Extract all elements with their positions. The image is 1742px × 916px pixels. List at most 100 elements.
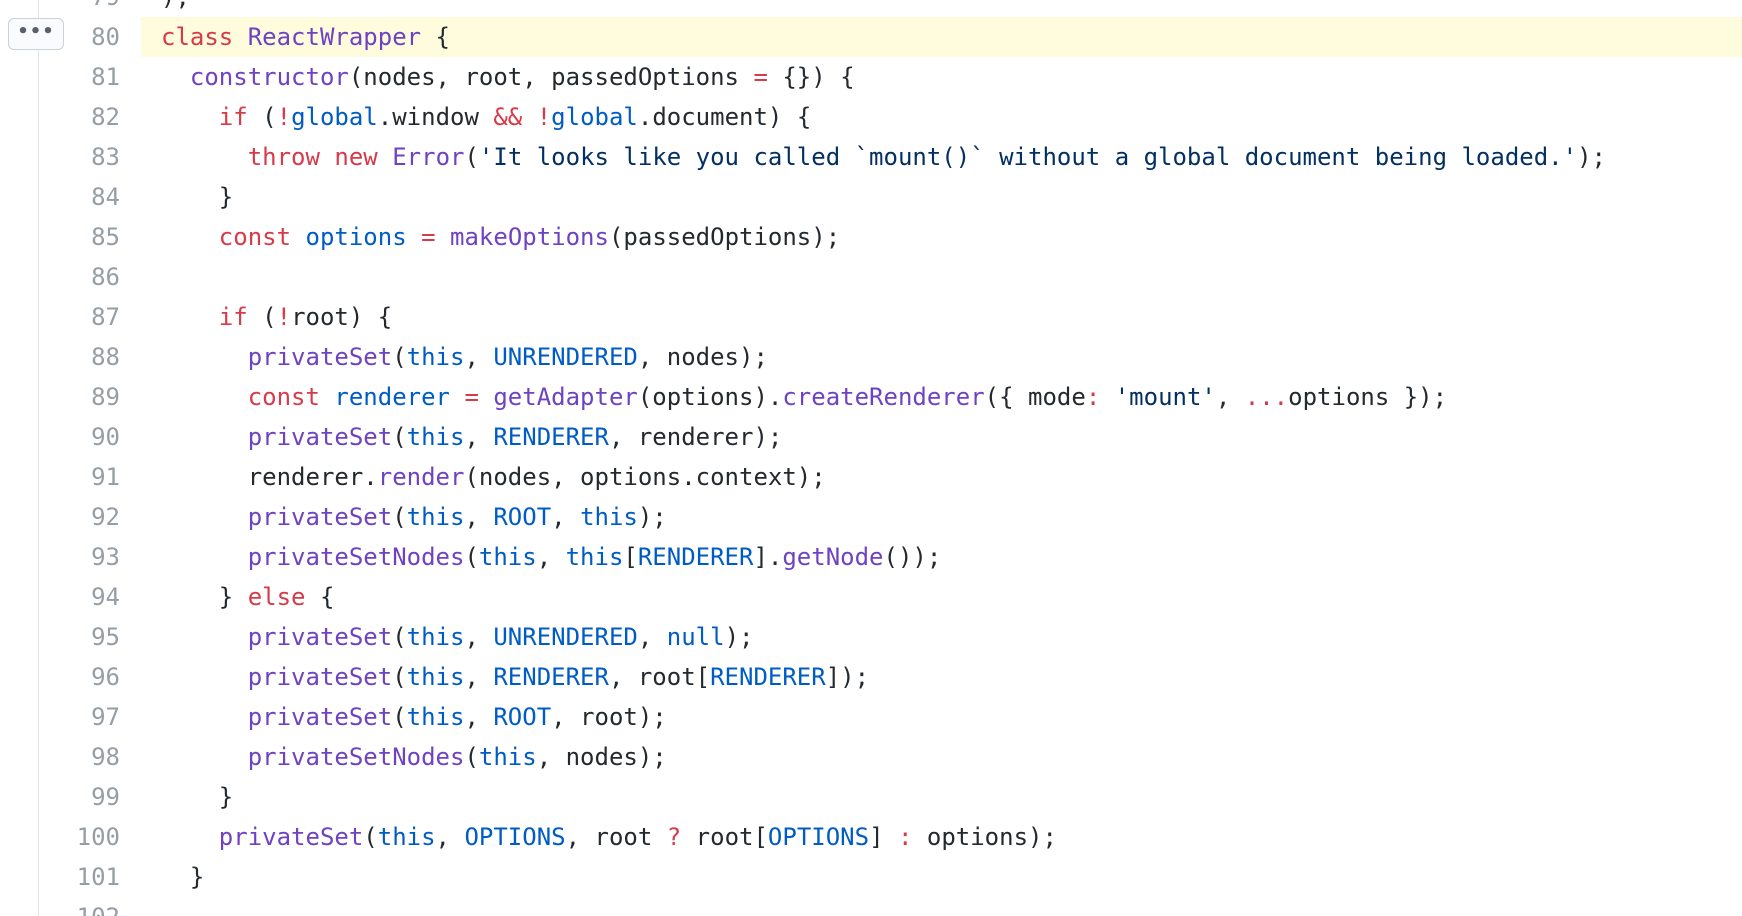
plain-token: } <box>161 183 234 211</box>
code-line: 83 throw new Error('It looks like you ca… <box>0 137 1742 177</box>
code-line: 91 renderer.render(nodes, options.contex… <box>0 457 1742 497</box>
line-number[interactable]: 99 <box>40 777 120 817</box>
keyword-token: && <box>493 103 523 131</box>
plain-token: , <box>464 343 494 371</box>
plain-token: , <box>464 703 494 731</box>
code-line: 89 const renderer = getAdapter(options).… <box>0 377 1742 417</box>
line-number[interactable]: 100 <box>40 817 120 857</box>
plain-token: .document) { <box>637 103 812 131</box>
constant-token: this <box>478 543 537 571</box>
code-line: 99 } <box>0 777 1742 817</box>
code-line: 93 privateSetNodes(this, this[RENDERER].… <box>0 537 1742 577</box>
line-number[interactable]: 85 <box>40 217 120 257</box>
code-line: 81 constructor(nodes, root, passedOption… <box>0 57 1742 97</box>
plain-token: .window <box>377 103 494 131</box>
code-text: class ReactWrapper { <box>141 17 1742 57</box>
plain-token: } <box>161 783 234 811</box>
constant-token: global <box>291 103 378 131</box>
code-line: 100 privateSet(this, OPTIONS, root ? roo… <box>0 817 1742 857</box>
expand-lines-button[interactable]: ••• <box>8 18 64 50</box>
constant-token: this <box>406 343 465 371</box>
code-text: if (!global.window && !global.document) … <box>141 97 1742 137</box>
plain-token: [ <box>623 543 638 571</box>
plain-token: { <box>305 583 335 611</box>
plain-token: ( <box>392 503 407 531</box>
keyword-token: new <box>334 143 378 171</box>
plain-token: ); <box>161 0 190 11</box>
function-token: privateSet <box>247 503 393 531</box>
keyword-token: ! <box>276 103 292 131</box>
keyword-token: ! <box>536 103 552 131</box>
plain-token: ]. <box>753 543 783 571</box>
line-number[interactable]: 82 <box>40 97 120 137</box>
code-text: privateSetNodes(this, this[RENDERER].get… <box>141 537 1742 577</box>
plain-token: (passedOptions); <box>608 223 841 251</box>
plain-token: , <box>637 623 667 651</box>
line-number[interactable]: 86 <box>40 257 120 297</box>
code-lines: 79);80class ReactWrapper {81 constructor… <box>0 0 1742 916</box>
constant-token: this <box>377 823 436 851</box>
code-text: privateSet(this, RENDERER, root[RENDERER… <box>141 657 1742 697</box>
keyword-token: const <box>218 223 292 251</box>
line-number[interactable]: 92 <box>40 497 120 537</box>
plain-token: root) { <box>291 303 393 331</box>
plain-token: , nodes); <box>637 343 768 371</box>
line-number[interactable]: 81 <box>40 57 120 97</box>
constant-token: RENDERER <box>493 663 609 691</box>
line-number[interactable]: 89 <box>40 377 120 417</box>
plain-token: ()); <box>883 543 942 571</box>
constant-token: null <box>666 623 725 651</box>
line-number[interactable]: 79 <box>40 0 120 17</box>
plain-token: } <box>161 583 248 611</box>
line-number[interactable]: 91 <box>40 457 120 497</box>
keyword-token: ... <box>1244 383 1289 411</box>
line-number[interactable]: 96 <box>40 657 120 697</box>
code-line: 90 privateSet(this, RENDERER, renderer); <box>0 417 1742 457</box>
line-number[interactable]: 102 <box>40 897 120 916</box>
code-text: renderer.render(nodes, options.context); <box>141 457 1742 497</box>
line-number[interactable]: 98 <box>40 737 120 777</box>
code-line: 86 <box>0 257 1742 297</box>
line-number[interactable]: 101 <box>40 857 120 897</box>
line-number[interactable]: 94 <box>40 577 120 617</box>
constant-token: this <box>478 743 537 771</box>
constant-token: RENDERER <box>710 663 826 691</box>
code-text: } <box>141 777 1742 817</box>
line-number[interactable]: 90 <box>40 417 120 457</box>
line-number[interactable]: 84 <box>40 177 120 217</box>
string-token: 'It looks like you called `mount()` with… <box>478 143 1578 171</box>
line-number[interactable]: 88 <box>40 337 120 377</box>
plain-token: ); <box>637 503 667 531</box>
plain-token: ( <box>392 703 407 731</box>
constant-token: renderer <box>334 383 450 411</box>
plain-token: ]); <box>825 663 870 691</box>
constant-token: OPTIONS <box>464 823 566 851</box>
code-line: 96 privateSet(this, RENDERER, root[RENDE… <box>0 657 1742 697</box>
keyword-token: throw <box>247 143 320 171</box>
plain-token: ( <box>363 823 378 851</box>
plain-token: , <box>464 503 494 531</box>
line-number[interactable]: 83 <box>40 137 120 177</box>
code-text: const options = makeOptions(passedOption… <box>141 217 1742 257</box>
constant-token: RENDERER <box>493 423 609 451</box>
code-line: 94 } else { <box>0 577 1742 617</box>
line-number[interactable]: 93 <box>40 537 120 577</box>
line-number[interactable]: 97 <box>40 697 120 737</box>
plain-token: ( <box>464 743 479 771</box>
line-number[interactable]: 95 <box>40 617 120 657</box>
line-number[interactable]: 87 <box>40 297 120 337</box>
constant-token: options <box>305 223 407 251</box>
plain-token: , <box>551 503 581 531</box>
plain-token: ( <box>247 103 277 131</box>
keyword-token: if <box>218 103 248 131</box>
constant-token: this <box>580 503 638 531</box>
